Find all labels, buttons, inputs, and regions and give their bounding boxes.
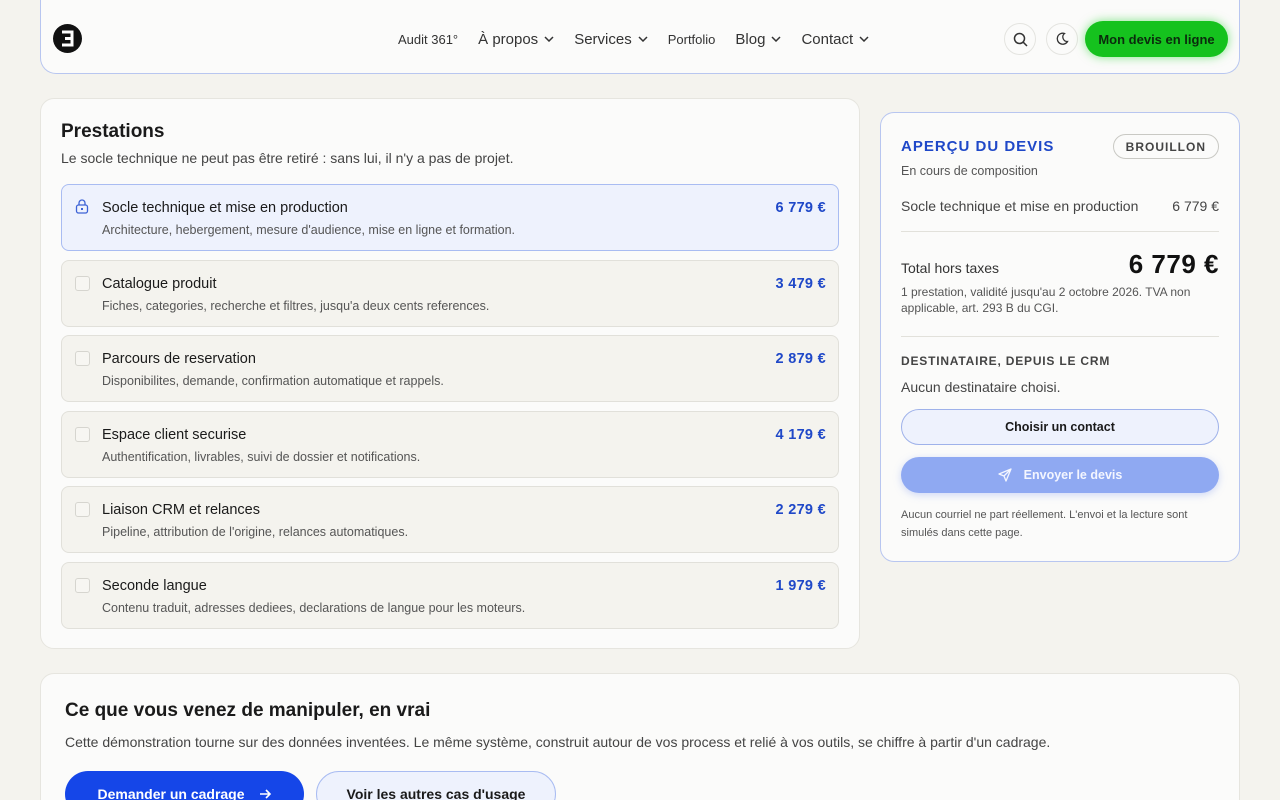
prestation-name: Catalogue produit (102, 276, 217, 292)
prestations-subtitle: Le socle technique ne peut pas être reti… (61, 150, 514, 166)
prestation-desc: Fiches, categories, recherche et filtres… (102, 299, 490, 313)
search-button[interactable] (1004, 23, 1036, 55)
total-note: 1 prestation, validité jusqu'au 2 octobr… (901, 285, 1191, 315)
nav-item-label: Audit 361° (398, 31, 459, 47)
prestation-price: 1 979 € (775, 578, 826, 594)
main-nav: Audit 361° À propos Services Portfolio B… (398, 28, 869, 50)
checkbox[interactable] (75, 351, 90, 366)
quote-online-button[interactable]: Mon devis en ligne (1085, 21, 1228, 57)
prestation-item-socle[interactable]: Socle technique et mise en production Ar… (61, 184, 839, 251)
total-label: Total hors taxes (901, 260, 1000, 276)
nav-item-label: Services (574, 30, 632, 48)
prestation-name: Seconde langue (102, 578, 207, 594)
nav-item-label: Blog (735, 30, 766, 48)
quote-line-name: Socle technique et mise en production (901, 198, 1139, 214)
checkbox[interactable] (75, 276, 90, 291)
send-note: Aucun courriel ne part réellement. L'env… (901, 509, 1188, 539)
chevron-down-icon (859, 36, 869, 42)
nav-item-services[interactable]: Services (574, 31, 648, 48)
nav-item-audit[interactable]: Audit 361° (398, 32, 458, 47)
quote-line-price: 6 779 € (1172, 198, 1219, 214)
other-use-cases-button[interactable]: Voir les autres cas d'usage (316, 771, 556, 800)
logo-e-icon[interactable] (53, 24, 82, 53)
lock-icon (75, 199, 89, 214)
prestation-price: 3 479 € (775, 276, 826, 292)
quote-preview-card: APERÇU DU DEVIS BROUILLON En cours de co… (880, 112, 1240, 562)
cta-title: Ce que vous venez de manipuler, en vrai (65, 700, 431, 721)
nav-item-label: Contact (801, 30, 854, 48)
prestation-price: 2 279 € (775, 502, 826, 518)
arrow-right-icon (259, 789, 271, 799)
status-badge: BROUILLON (1112, 134, 1219, 159)
quote-preview-title: APERÇU DU DEVIS (901, 138, 1055, 155)
prestation-desc: Contenu traduit, adresses dediees, decla… (102, 601, 526, 615)
recipient-title: DESTINATAIRE, DEPUIS LE CRM (901, 354, 1111, 368)
recipient-empty: Aucun destinataire choisi. (901, 379, 1061, 395)
divider (901, 336, 1219, 337)
checkbox[interactable] (75, 578, 90, 593)
request-cadrage-label: Demander un cadrage (97, 786, 245, 800)
checkbox[interactable] (75, 427, 90, 442)
prestations-title: Prestations (61, 121, 165, 142)
prestation-desc: Authentification, livrables, suivi de do… (102, 450, 421, 464)
prestation-desc: Disponibilites, demande, confirmation au… (102, 374, 444, 388)
divider (901, 231, 1219, 232)
theme-toggle-button[interactable] (1046, 23, 1078, 55)
prestation-name: Liaison CRM et relances (102, 502, 260, 518)
prestation-name: Espace client securise (102, 427, 247, 443)
prestations-card: Prestations Le socle technique ne peut p… (40, 98, 860, 649)
prestation-item-reservation[interactable]: Parcours de reservation Disponibilites, … (61, 335, 839, 402)
nav-item-label: À propos (478, 30, 539, 48)
chevron-down-icon (771, 36, 781, 42)
nav-item-contact[interactable]: Contact (801, 31, 869, 48)
prestation-item-catalogue[interactable]: Catalogue produit Fiches, categories, re… (61, 260, 839, 327)
chevron-down-icon (544, 36, 554, 42)
search-icon (1013, 32, 1028, 47)
request-cadrage-button[interactable]: Demander un cadrage (65, 771, 304, 800)
prestation-name: Socle technique et mise en production (102, 200, 348, 216)
prestation-price: 4 179 € (775, 427, 826, 443)
checkbox[interactable] (75, 502, 90, 517)
site-header: Audit 361° À propos Services Portfolio B… (40, 0, 1240, 74)
prestation-desc: Architecture, hebergement, mesure d'audi… (102, 223, 516, 237)
nav-item-a-propos[interactable]: À propos (478, 31, 554, 48)
send-quote-button[interactable]: Envoyer le devis (901, 457, 1219, 493)
prestation-desc: Pipeline, attribution de l'origine, rela… (102, 525, 409, 539)
cta-section: Ce que vous venez de manipuler, en vrai … (40, 673, 1240, 800)
moon-icon (1056, 32, 1069, 45)
prestation-item-langue[interactable]: Seconde langue Contenu traduit, adresses… (61, 562, 839, 629)
quote-status: En cours de composition (901, 164, 1038, 178)
prestation-price: 2 879 € (775, 351, 826, 367)
choose-contact-button[interactable]: Choisir un contact (901, 409, 1219, 445)
total-value: 6 779 € (1128, 249, 1219, 279)
prestation-item-espace-client[interactable]: Espace client securise Authentification,… (61, 411, 839, 478)
chevron-down-icon (638, 36, 648, 42)
cta-subtitle: Cette démonstration tourne sur des donné… (65, 734, 1051, 750)
prestation-name: Parcours de reservation (102, 351, 256, 367)
nav-item-blog[interactable]: Blog (735, 31, 781, 48)
prestation-price: 6 779 € (775, 200, 826, 216)
nav-item-label: Portfolio (667, 31, 716, 47)
prestation-item-crm[interactable]: Liaison CRM et relances Pipeline, attrib… (61, 486, 839, 553)
send-quote-label: Envoyer le devis (1023, 468, 1123, 482)
nav-item-portfolio[interactable]: Portfolio (668, 32, 716, 47)
send-icon (998, 468, 1012, 482)
